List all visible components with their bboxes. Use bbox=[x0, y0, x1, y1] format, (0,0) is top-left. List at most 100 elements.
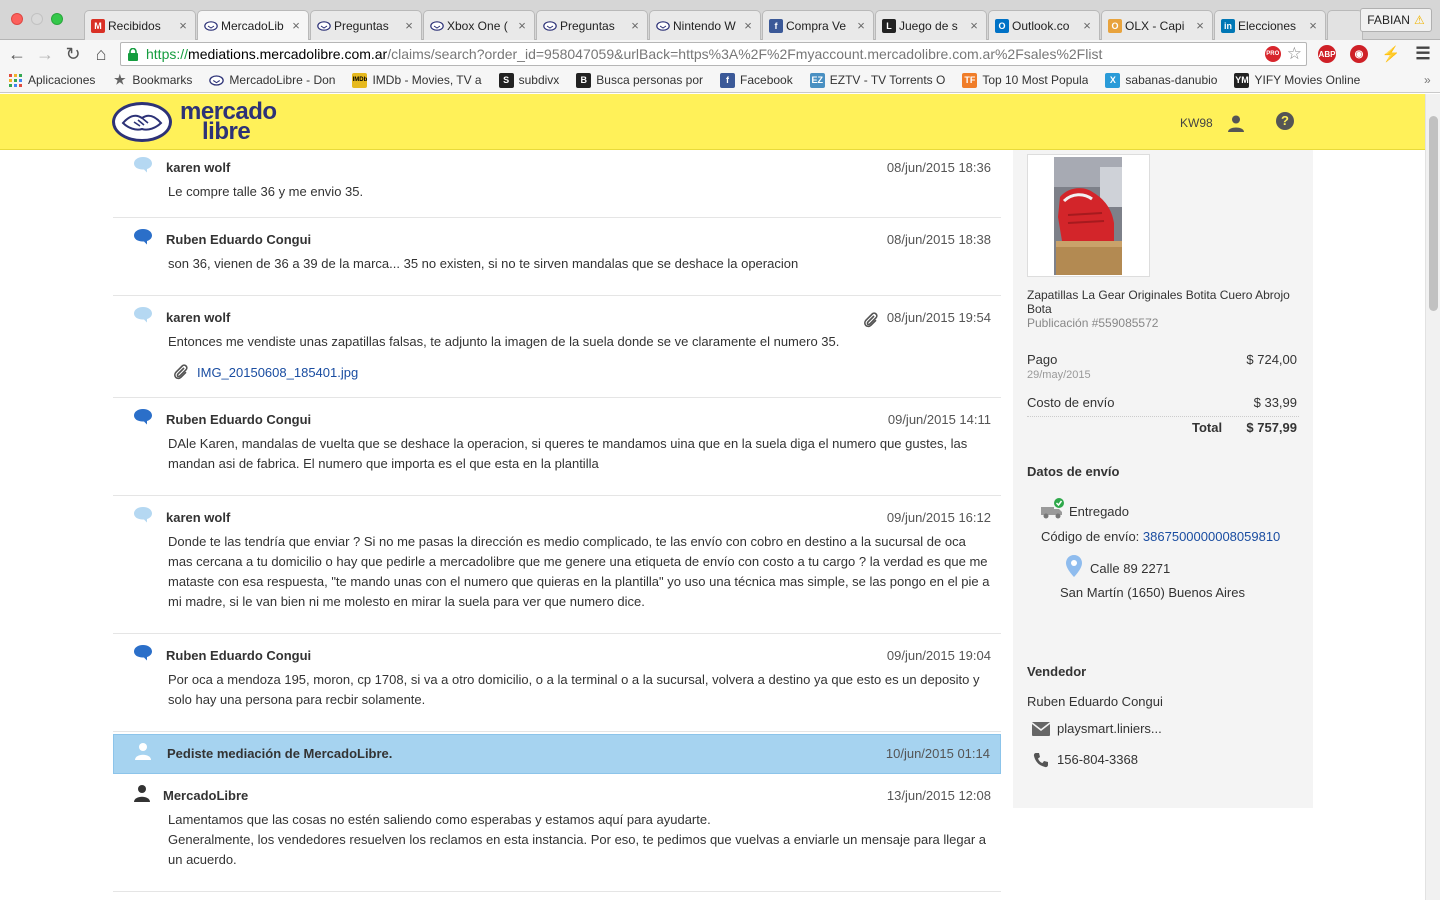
home-icon[interactable]: ⌂ bbox=[90, 43, 112, 65]
product-thumbnail[interactable] bbox=[1027, 154, 1150, 277]
minimize-window-button[interactable] bbox=[31, 13, 43, 25]
buyer-chat-bubble-icon bbox=[133, 506, 153, 524]
bookmark-label: Bookmarks bbox=[132, 73, 193, 87]
browser-tab[interactable]: MercadoLib × bbox=[197, 10, 309, 40]
close-tab-icon[interactable]: × bbox=[1081, 18, 1093, 33]
browser-tab[interactable]: O OLX - Capi × bbox=[1101, 10, 1213, 40]
close-tab-icon[interactable]: × bbox=[855, 18, 867, 33]
shipping-cost-value: $ 33,99 bbox=[1253, 395, 1297, 410]
bookmark-item[interactable]: Ssubdivx bbox=[498, 72, 559, 88]
divider bbox=[1027, 416, 1299, 417]
new-tab-button[interactable] bbox=[1327, 10, 1363, 40]
pro-extension-icon[interactable]: PRO bbox=[1264, 46, 1281, 62]
close-tab-icon[interactable]: × bbox=[177, 18, 189, 33]
browser-tab[interactable]: O Outlook.co × bbox=[988, 10, 1100, 40]
x-icon: X bbox=[1105, 72, 1121, 88]
bookmark-item[interactable]: Aplicaciones bbox=[8, 73, 95, 88]
menu-icon[interactable]: ☰ bbox=[1414, 44, 1432, 63]
message-item: karen wolf 08/jun/2015 19:54 Entonces me v… bbox=[113, 296, 1001, 398]
close-window-button[interactable] bbox=[11, 13, 23, 25]
bookmark-label: EZTV - TV Torrents O bbox=[829, 73, 946, 87]
total-label: Total bbox=[1192, 420, 1223, 435]
envelope-icon bbox=[1031, 722, 1051, 736]
help-icon[interactable]: ? bbox=[1276, 112, 1294, 130]
attachment-link[interactable]: IMG_20150608_185401.jpg bbox=[173, 364, 358, 380]
browser-tab[interactable]: L Juego de s × bbox=[875, 10, 987, 40]
seller-email[interactable]: playsmart.liniers... bbox=[1057, 721, 1162, 736]
close-tab-icon[interactable]: × bbox=[516, 18, 528, 33]
bookmark-item[interactable]: EZ EZTV - TV Torrents O bbox=[809, 72, 946, 88]
product-title[interactable]: Zapatillas La Gear Originales Botita Cue… bbox=[1027, 288, 1299, 316]
bookmark-label: Top 10 Most Popula bbox=[982, 73, 1089, 87]
message-line: Le compre talle 36 y me envio 35. bbox=[168, 184, 364, 199]
back-arrow-icon[interactable]: ← bbox=[6, 43, 28, 65]
close-tab-icon[interactable]: × bbox=[1307, 18, 1319, 33]
buyer-chat-bubble-icon bbox=[133, 156, 153, 174]
browser-tab[interactable]: f Compra Ve × bbox=[762, 10, 874, 40]
product-image bbox=[1054, 157, 1122, 275]
lightning-icon[interactable]: ⚡ bbox=[1382, 45, 1401, 63]
shipping-status: Entregado bbox=[1069, 504, 1129, 519]
user-menu[interactable]: KW98 bbox=[1180, 114, 1245, 132]
message-body: Le compre talle 36 y me envio 35. bbox=[168, 182, 993, 202]
mercadolibre-logo[interactable]: mercado libre bbox=[112, 100, 277, 144]
tab-title: MercadoLib bbox=[221, 18, 284, 33]
browser-tab[interactable]: Preguntas × bbox=[536, 10, 648, 40]
page-scrollbar[interactable] bbox=[1425, 94, 1440, 900]
message-line: DAle Karen, mandalas de vuelta que se de… bbox=[168, 436, 968, 451]
tab-title: Xbox One ( bbox=[447, 18, 508, 33]
apps-grid-icon bbox=[8, 73, 23, 88]
username: KW98 bbox=[1180, 116, 1213, 130]
opera-extension-icon[interactable]: ◉ bbox=[1350, 45, 1368, 63]
forward-arrow-icon[interactable]: → bbox=[34, 43, 56, 65]
bookmarks-bar: Aplicaciones ★ Bookmarks MercadoLibre - Don… bbox=[0, 68, 1440, 93]
bookmark-label: Aplicaciones bbox=[28, 73, 96, 87]
mercadolibre-icon bbox=[543, 19, 557, 33]
scrollbar-thumb[interactable] bbox=[1429, 116, 1438, 311]
bookmark-item[interactable]: MercadoLibre - Don bbox=[209, 73, 335, 88]
tab-title: Preguntas bbox=[560, 18, 615, 33]
shipping-data-header: Datos de envío bbox=[1027, 464, 1120, 479]
bookmark-item[interactable]: TF Top 10 Most Popula bbox=[962, 72, 1089, 88]
message-line: mas cercana a tu domicilio o hay que ped… bbox=[168, 554, 988, 569]
bookmark-item[interactable]: f Facebook bbox=[720, 72, 793, 88]
address-bar[interactable]: https://mediations.mercadolibre.com.ar/c… bbox=[120, 42, 1307, 66]
publication-number: Publicación #559085572 bbox=[1027, 316, 1159, 330]
reload-icon[interactable]: ↻ bbox=[62, 43, 84, 65]
bookmark-item[interactable]: IMDb IMDb - Movies, TV a bbox=[352, 72, 482, 88]
bookmark-label: YIFY Movies Online bbox=[1254, 73, 1361, 87]
payment-label: Pago bbox=[1027, 352, 1058, 367]
browser-tab[interactable]: Preguntas × bbox=[310, 10, 422, 40]
shipping-cost-label: Costo de envío bbox=[1027, 395, 1115, 410]
tf-icon: TF bbox=[962, 72, 978, 88]
bookmark-star-icon[interactable]: ☆ bbox=[1287, 44, 1302, 64]
maximize-window-button[interactable] bbox=[51, 13, 63, 25]
bookmark-item[interactable]: ★ Bookmarks bbox=[112, 72, 193, 88]
more-bookmarks-icon[interactable]: » bbox=[1424, 73, 1431, 87]
browser-tab[interactable]: Nintendo W × bbox=[649, 10, 761, 40]
close-tab-icon[interactable]: × bbox=[629, 18, 641, 33]
message-line: Entonces me vendiste unas zapatillas fal… bbox=[168, 334, 840, 349]
bookmark-item[interactable]: YM YIFY Movies Online bbox=[1234, 72, 1361, 88]
browser-tab[interactable]: M Recibidos × bbox=[84, 10, 196, 40]
seller-phone: 156-804-3368 bbox=[1057, 752, 1138, 767]
bookmark-label: Facebook bbox=[740, 73, 793, 87]
profile-button[interactable]: FABIAN ⚠ bbox=[1360, 8, 1432, 32]
seller-chat-bubble-icon bbox=[133, 644, 153, 662]
bookmark-item[interactable]: Xsabanas-danubio bbox=[1105, 72, 1217, 88]
browser-tab[interactable]: in Elecciones × bbox=[1214, 10, 1326, 40]
close-tab-icon[interactable]: × bbox=[403, 18, 415, 33]
browser-tab[interactable]: Xbox One ( × bbox=[423, 10, 535, 40]
message-author: Ruben Eduardo Congui bbox=[166, 232, 312, 247]
profile-name: FABIAN bbox=[1367, 13, 1410, 27]
user-silhouette-icon bbox=[133, 784, 153, 802]
close-tab-icon[interactable]: × bbox=[1194, 18, 1206, 33]
shipping-code-link[interactable]: 3867500000008059810 bbox=[1143, 529, 1280, 544]
close-tab-icon[interactable]: × bbox=[742, 18, 754, 33]
close-tab-icon[interactable]: × bbox=[290, 18, 302, 33]
close-tab-icon[interactable]: × bbox=[968, 18, 980, 33]
total-value: $ 757,99 bbox=[1246, 420, 1297, 435]
message-author: Ruben Eduardo Congui bbox=[166, 648, 312, 663]
bookmark-item[interactable]: B Busca personas por bbox=[576, 72, 703, 88]
adblock-icon[interactable]: ABP bbox=[1318, 45, 1336, 63]
